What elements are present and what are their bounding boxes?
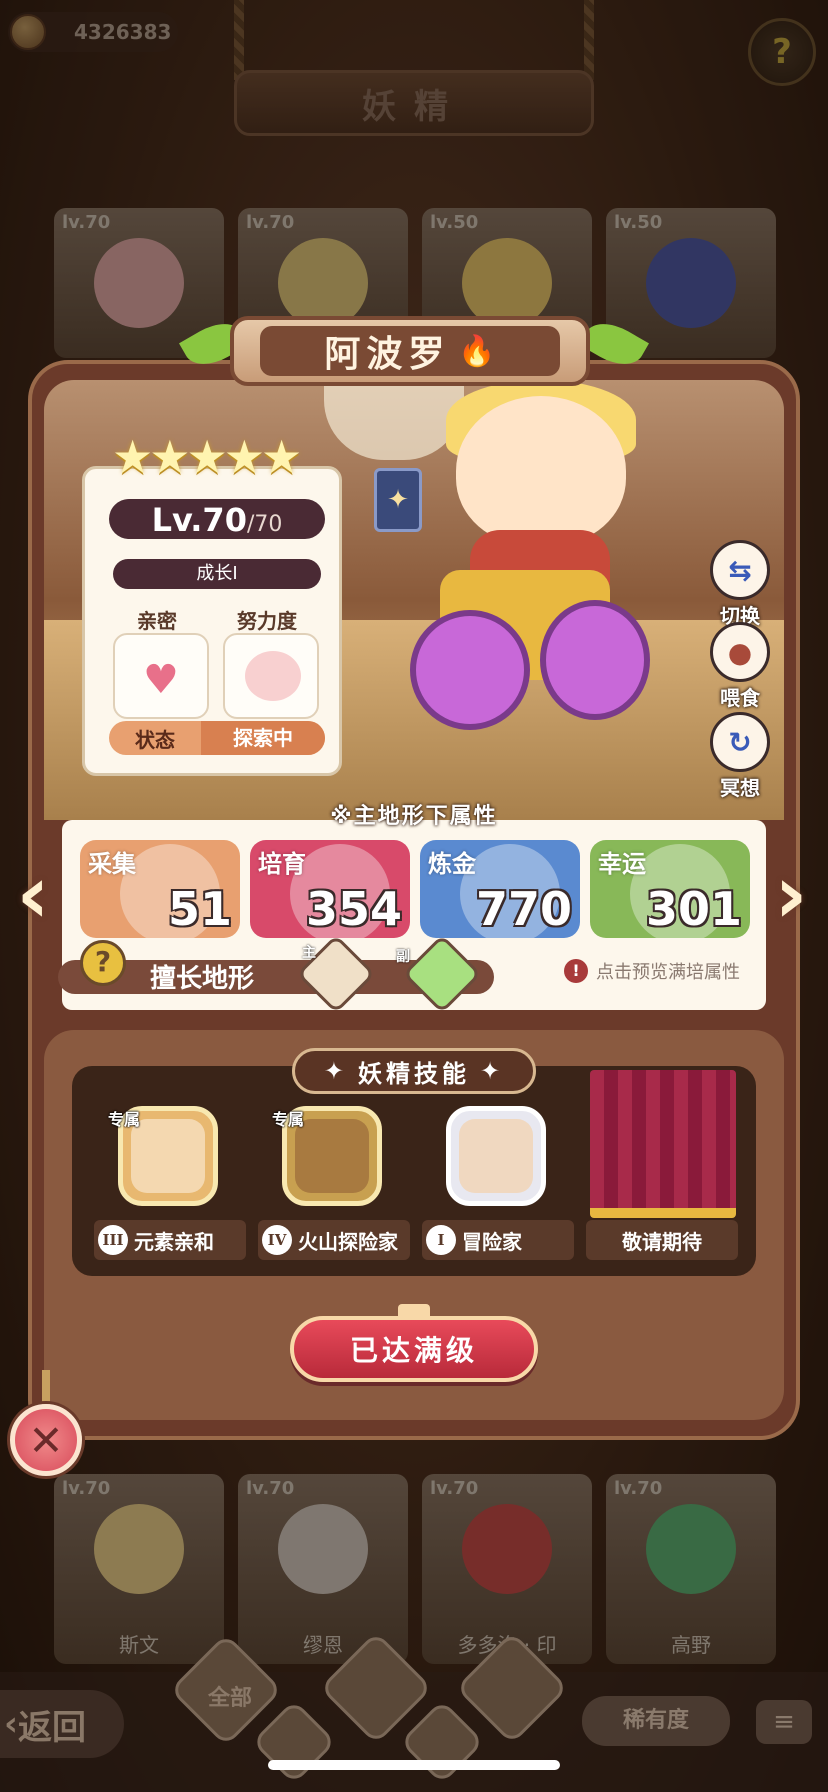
skill-name: 敬请期待 bbox=[622, 1229, 702, 1254]
skill-slot[interactable]: 专属 III 元素亲和 bbox=[86, 1096, 250, 1266]
fairy-info-card: Lv.70 /70 成长Ⅰ 亲密 努力度 ♥ 状态 探索中 bbox=[82, 466, 342, 776]
meat-icon: ● bbox=[710, 622, 770, 682]
attribute-name: 炼金 bbox=[428, 850, 476, 878]
attribute-heading: ※主地形下属性 bbox=[330, 804, 498, 829]
alert-icon: ! bbox=[564, 959, 588, 983]
skill-icon bbox=[446, 1106, 546, 1206]
intimacy-label: 亲密 bbox=[137, 609, 177, 633]
feed-button[interactable]: ● 喂食 bbox=[700, 622, 780, 711]
status-value: 探索中 bbox=[201, 721, 325, 755]
chariot-wheel bbox=[540, 600, 650, 720]
close-icon: ✕ bbox=[28, 1415, 64, 1465]
skill-name: 火山探险家 bbox=[298, 1229, 398, 1254]
meditate-label: 冥想 bbox=[720, 776, 760, 800]
terrain-sub-tag: 副 bbox=[396, 949, 410, 965]
skill-slot[interactable]: I 冒险家 bbox=[414, 1096, 578, 1266]
status-label: 状态 bbox=[135, 727, 175, 752]
heart-icon: ♥ bbox=[143, 657, 179, 703]
close-button[interactable]: ✕ bbox=[10, 1404, 82, 1476]
exclusive-tag: 专属 bbox=[272, 1110, 305, 1129]
back-label: 返回 bbox=[18, 1707, 87, 1748]
preview-text: 点击预览满培属性 bbox=[596, 962, 740, 983]
filter-all-label: 全部 bbox=[208, 1686, 253, 1711]
skill-heading: ✦ 妖精技能 ✦ bbox=[292, 1048, 536, 1094]
preview-max-attributes-link[interactable]: ! 点击预览满培属性 bbox=[564, 958, 740, 984]
tarot-card-icon[interactable]: ✦ bbox=[374, 468, 422, 532]
feed-label: 喂食 bbox=[720, 686, 760, 710]
attribute-name: 采集 bbox=[88, 850, 136, 878]
sprout-question-icon[interactable]: ? bbox=[80, 940, 126, 986]
level-bar: Lv.70 /70 bbox=[109, 499, 325, 539]
sparkle-icon: ✦ bbox=[323, 1057, 348, 1085]
skill-name-bar: IV 火山探险家 bbox=[258, 1220, 410, 1260]
home-indicator bbox=[268, 1760, 560, 1770]
fairy-name-banner: 阿波罗 🔥 bbox=[230, 316, 590, 386]
attribute-alchemy: 炼金 770 bbox=[420, 840, 580, 938]
attribute-value: 301 bbox=[645, 882, 742, 936]
skill-rank: IV bbox=[262, 1225, 292, 1255]
attribute-nurture: 培育 354 bbox=[250, 840, 410, 938]
skill-name-bar: III 元素亲和 bbox=[94, 1220, 246, 1260]
effort-box[interactable] bbox=[223, 633, 319, 719]
skill-name: 冒险家 bbox=[462, 1229, 522, 1254]
fairy-name: 阿波罗 bbox=[324, 334, 451, 375]
cycle-icon: ↻ bbox=[710, 712, 770, 772]
next-arrow-icon[interactable]: › bbox=[766, 850, 816, 940]
character-head bbox=[456, 396, 626, 546]
effort-face-icon bbox=[245, 651, 301, 701]
attribute-value: 354 bbox=[305, 882, 402, 936]
terrain-label: 擅长地形 bbox=[150, 964, 255, 994]
switch-icon: ⇆ bbox=[710, 540, 770, 600]
exclusive-tag: 专属 bbox=[108, 1110, 141, 1129]
sparkle-icon: ✦ bbox=[480, 1057, 505, 1085]
status-bar: 状态 探索中 bbox=[109, 721, 325, 755]
attribute-gather: 采集 51 bbox=[80, 840, 240, 938]
window-light bbox=[324, 380, 464, 460]
attribute-name: 培育 bbox=[258, 850, 306, 878]
attribute-value: 770 bbox=[475, 882, 572, 936]
growth-stage: 成长Ⅰ bbox=[113, 559, 321, 589]
skill-name-bar: I 冒险家 bbox=[422, 1220, 574, 1260]
skill-rank: III bbox=[98, 1225, 128, 1255]
attribute-name: 幸运 bbox=[598, 850, 646, 878]
attribute-value: 51 bbox=[167, 882, 232, 936]
level-value: Lv.70 bbox=[151, 501, 247, 539]
skill-heading-text: 妖精技能 bbox=[358, 1059, 470, 1088]
fire-element-icon: 🔥 bbox=[458, 333, 496, 369]
back-arrow-icon: ‹ bbox=[4, 1704, 19, 1744]
skill-rank: I bbox=[426, 1225, 456, 1255]
sort-order-icon[interactable]: ≡ bbox=[756, 1700, 812, 1744]
max-level-button[interactable]: 已达满级 bbox=[290, 1316, 538, 1382]
meditate-button[interactable]: ↻ 冥想 bbox=[700, 712, 780, 801]
switch-button[interactable]: ⇆ 切换 bbox=[700, 540, 780, 629]
terrain-main-tag: 主 bbox=[302, 945, 316, 961]
skill-name-bar: 敬请期待 bbox=[586, 1220, 738, 1260]
chariot-wheel bbox=[410, 610, 530, 730]
level-max: /70 bbox=[246, 512, 283, 537]
star-rating-icon: ★★★★★ bbox=[112, 430, 302, 484]
rarity-sort-button[interactable]: 稀有度 bbox=[582, 1696, 730, 1746]
skill-slot-locked: 敬请期待 bbox=[578, 1096, 742, 1266]
intimacy-box[interactable]: ♥ bbox=[113, 633, 209, 719]
skill-slot[interactable]: 专属 IV 火山探险家 bbox=[250, 1096, 414, 1266]
attribute-luck: 幸运 301 bbox=[590, 840, 750, 938]
effort-label: 努力度 bbox=[237, 609, 297, 633]
back-button[interactable]: ‹ 返回 bbox=[0, 1690, 124, 1758]
skill-name: 元素亲和 bbox=[134, 1229, 214, 1254]
prev-arrow-icon[interactable]: ‹ bbox=[8, 850, 58, 940]
